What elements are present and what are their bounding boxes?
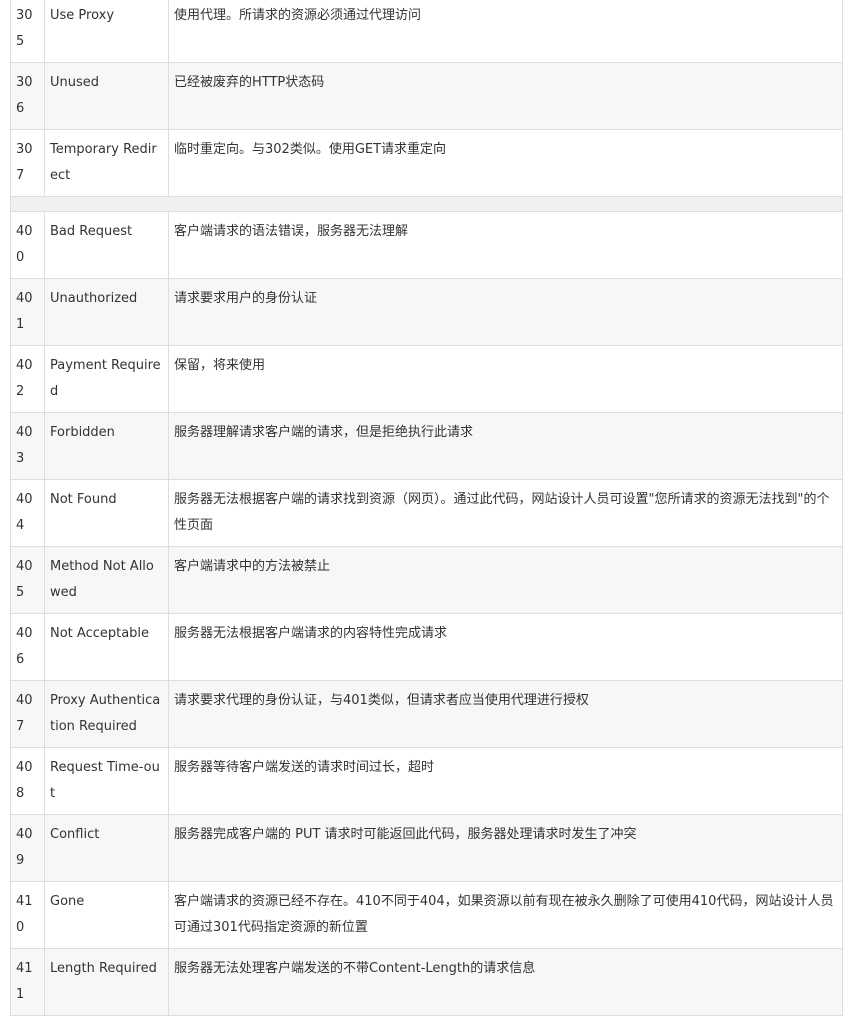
status-description-cell: 客户端请求的资源已经不存在。410不同于404，如果资源以前有现在被永久删除了可… — [168, 881, 843, 949]
status-message-cell: Request Time-out — [44, 747, 169, 815]
status-description-cell: 已经被废弃的HTTP状态码 — [168, 62, 843, 130]
status-message-cell: Use Proxy — [44, 0, 169, 63]
status-message-cell: Conflict — [44, 814, 169, 882]
status-code-cell: 401 — [10, 278, 45, 346]
status-message-cell: Length Required — [44, 948, 169, 1016]
status-description-cell: 服务器无法根据客户端请求的内容特性完成请求 — [168, 613, 843, 681]
status-code-cell: 407 — [10, 680, 45, 748]
status-message-cell: Payment Required — [44, 345, 169, 413]
table-row: 306 Unused 已经被废弃的HTTP状态码 — [10, 62, 843, 130]
section-divider-row — [10, 196, 843, 212]
status-description-cell: 服务器无法处理客户端发送的不带Content-Length的请求信息 — [168, 948, 843, 1016]
status-message-cell: Gone — [44, 881, 169, 949]
status-message-cell: Not Acceptable — [44, 613, 169, 681]
status-code-cell: 402 — [10, 345, 45, 413]
table-row: 400 Bad Request 客户端请求的语法错误，服务器无法理解 — [10, 211, 843, 279]
status-description-cell: 服务器理解请求客户端的请求，但是拒绝执行此请求 — [168, 412, 843, 480]
status-message-cell: Unused — [44, 62, 169, 130]
status-code-cell: 410 — [10, 881, 45, 949]
status-message-cell: Method Not Allowed — [44, 546, 169, 614]
table-row: 409 Conflict 服务器完成客户端的 PUT 请求时可能返回此代码，服务… — [10, 814, 843, 882]
status-description-cell: 临时重定向。与302类似。使用GET请求重定向 — [168, 129, 843, 197]
table-row: 406 Not Acceptable 服务器无法根据客户端请求的内容特性完成请求 — [10, 613, 843, 681]
status-description-cell: 请求要求代理的身份认证，与401类似，但请求者应当使用代理进行授权 — [168, 680, 843, 748]
status-message-cell: Forbidden — [44, 412, 169, 480]
status-code-cell: 408 — [10, 747, 45, 815]
table-row: 403 Forbidden 服务器理解请求客户端的请求，但是拒绝执行此请求 — [10, 412, 843, 480]
table-row: 402 Payment Required 保留，将来使用 — [10, 345, 843, 413]
status-code-cell: 409 — [10, 814, 45, 882]
status-description-cell: 客户端请求中的方法被禁止 — [168, 546, 843, 614]
section-divider-cell — [10, 196, 843, 212]
status-code-cell: 400 — [10, 211, 45, 279]
table-row: 401 Unauthorized 请求要求用户的身份认证 — [10, 278, 843, 346]
status-code-cell: 306 — [10, 62, 45, 130]
status-code-cell: 406 — [10, 613, 45, 681]
table-row: 404 Not Found 服务器无法根据客户端的请求找到资源（网页）。通过此代… — [10, 479, 843, 547]
status-message-cell: Temporary Redirect — [44, 129, 169, 197]
status-code-table: 305 Use Proxy 使用代理。所请求的资源必须通过代理访问 306 Un… — [10, 0, 843, 1016]
status-code-cell: 404 — [10, 479, 45, 547]
status-code-table-container: 305 Use Proxy 使用代理。所请求的资源必须通过代理访问 306 Un… — [10, 0, 843, 1016]
status-description-cell: 请求要求用户的身份认证 — [168, 278, 843, 346]
table-row: 305 Use Proxy 使用代理。所请求的资源必须通过代理访问 — [10, 0, 843, 63]
status-description-cell: 服务器完成客户端的 PUT 请求时可能返回此代码，服务器处理请求时发生了冲突 — [168, 814, 843, 882]
status-description-cell: 服务器无法根据客户端的请求找到资源（网页）。通过此代码，网站设计人员可设置"您所… — [168, 479, 843, 547]
status-message-cell: Not Found — [44, 479, 169, 547]
status-message-cell: Unauthorized — [44, 278, 169, 346]
status-code-cell: 307 — [10, 129, 45, 197]
status-description-cell: 服务器等待客户端发送的请求时间过长，超时 — [168, 747, 843, 815]
table-row: 405 Method Not Allowed 客户端请求中的方法被禁止 — [10, 546, 843, 614]
table-row: 410 Gone 客户端请求的资源已经不存在。410不同于404，如果资源以前有… — [10, 881, 843, 949]
table-row: 407 Proxy Authentication Required 请求要求代理… — [10, 680, 843, 748]
status-code-cell: 411 — [10, 948, 45, 1016]
table-row: 411 Length Required 服务器无法处理客户端发送的不带Conte… — [10, 948, 843, 1016]
status-description-cell: 保留，将来使用 — [168, 345, 843, 413]
status-description-cell: 使用代理。所请求的资源必须通过代理访问 — [168, 0, 843, 63]
status-message-cell: Bad Request — [44, 211, 169, 279]
status-code-cell: 305 — [10, 0, 45, 63]
status-description-cell: 客户端请求的语法错误，服务器无法理解 — [168, 211, 843, 279]
status-code-cell: 405 — [10, 546, 45, 614]
status-code-table-body: 305 Use Proxy 使用代理。所请求的资源必须通过代理访问 306 Un… — [10, 0, 843, 1016]
table-row: 307 Temporary Redirect 临时重定向。与302类似。使用GE… — [10, 129, 843, 197]
status-message-cell: Proxy Authentication Required — [44, 680, 169, 748]
status-code-cell: 403 — [10, 412, 45, 480]
table-row: 408 Request Time-out 服务器等待客户端发送的请求时间过长，超… — [10, 747, 843, 815]
